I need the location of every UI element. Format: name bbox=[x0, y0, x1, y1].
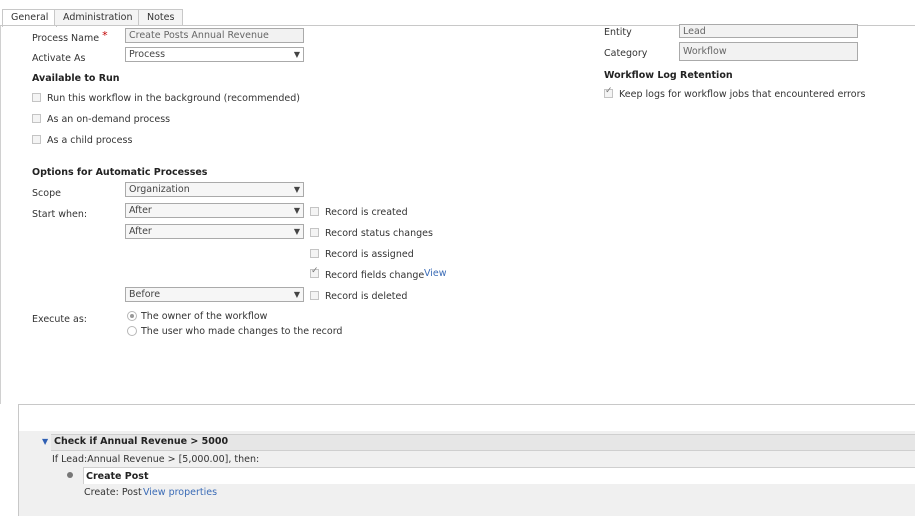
available-to-run-heading: Available to Run bbox=[32, 73, 120, 84]
bullet-icon bbox=[67, 472, 73, 478]
left-border bbox=[0, 26, 1, 404]
tab-bar: General Administration Notes bbox=[0, 0, 915, 27]
start-when-select-2[interactable]: After ▼ bbox=[125, 224, 304, 239]
chevron-down-icon: ▼ bbox=[293, 206, 300, 215]
action-step-header[interactable] bbox=[83, 467, 915, 484]
process-name-input[interactable]: Create Posts Annual Revenue bbox=[125, 28, 304, 43]
entity-field: Lead bbox=[679, 24, 858, 38]
user-radio-label: The user who made changes to the record bbox=[141, 326, 343, 337]
chevron-down-icon: ▼ bbox=[293, 227, 300, 236]
tab-notes[interactable]: Notes bbox=[138, 9, 184, 26]
activate-as-select[interactable]: Process ▼ bbox=[125, 47, 304, 62]
record-status-checkbox[interactable] bbox=[310, 228, 319, 237]
on-demand-label: As an on-demand process bbox=[47, 114, 171, 125]
record-deleted-label: Record is deleted bbox=[325, 291, 408, 302]
record-status-label: Record status changes bbox=[325, 228, 433, 239]
record-assigned-checkbox[interactable] bbox=[310, 249, 319, 258]
keep-logs-label: Keep logs for workflow jobs that encount… bbox=[619, 89, 866, 100]
user-radio[interactable] bbox=[127, 326, 137, 336]
activate-as-label: Activate As bbox=[32, 53, 86, 64]
collapse-arrow-icon[interactable]: ▼ bbox=[42, 437, 48, 446]
record-deleted-checkbox[interactable] bbox=[310, 291, 319, 300]
on-demand-checkbox[interactable] bbox=[32, 114, 41, 123]
chevron-down-icon: ▼ bbox=[293, 290, 300, 299]
action-step-title[interactable]: Create Post bbox=[86, 471, 149, 482]
condition-text: If Lead:Annual Revenue > [5,000.00], the… bbox=[52, 454, 260, 465]
owner-radio-label: The owner of the workflow bbox=[141, 311, 268, 322]
execute-as-label: Execute as: bbox=[32, 314, 87, 325]
scope-select[interactable]: Organization ▼ bbox=[125, 182, 304, 197]
record-created-label: Record is created bbox=[325, 207, 408, 218]
log-retention-heading: Workflow Log Retention bbox=[604, 70, 733, 81]
start-select-1-value: After bbox=[129, 205, 152, 216]
record-assigned-label: Record is assigned bbox=[325, 249, 414, 260]
child-process-checkbox[interactable] bbox=[32, 135, 41, 144]
required-marker: * bbox=[102, 29, 108, 42]
activate-as-value: Process bbox=[129, 49, 166, 60]
start-when-select-1[interactable]: After ▼ bbox=[125, 203, 304, 218]
chevron-down-icon: ▼ bbox=[293, 185, 300, 194]
owner-radio[interactable] bbox=[127, 311, 137, 321]
process-name-label: Process Name * bbox=[32, 29, 108, 44]
run-background-label: Run this workflow in the background (rec… bbox=[47, 93, 300, 104]
category-field: Workflow bbox=[679, 42, 858, 61]
keep-logs-checkbox[interactable] bbox=[604, 86, 613, 98]
category-label: Category bbox=[604, 48, 648, 59]
start-when-select-3[interactable]: Before ▼ bbox=[125, 287, 304, 302]
action-entity: Post bbox=[121, 487, 142, 498]
record-fields-label: Record fields change bbox=[325, 270, 425, 281]
process-name-label-text: Process Name bbox=[32, 33, 100, 44]
record-fields-checkbox[interactable] bbox=[310, 266, 319, 278]
chevron-down-icon: ▼ bbox=[293, 50, 300, 59]
options-heading: Options for Automatic Processes bbox=[32, 167, 208, 178]
run-background-checkbox[interactable] bbox=[32, 93, 41, 102]
start-when-label: Start when: bbox=[32, 209, 88, 220]
action-description: Create: Post bbox=[84, 487, 142, 498]
steps-toolbar bbox=[19, 405, 915, 431]
record-created-checkbox[interactable] bbox=[310, 207, 319, 216]
entity-label: Entity bbox=[604, 27, 632, 38]
child-process-label: As a child process bbox=[47, 135, 133, 146]
action-prefix: Create: bbox=[84, 487, 119, 498]
scope-value: Organization bbox=[129, 184, 190, 195]
start-select-3-value: Before bbox=[129, 289, 161, 300]
tab-administration[interactable]: Administration bbox=[54, 9, 142, 26]
start-select-2-value: After bbox=[129, 226, 152, 237]
scope-label: Scope bbox=[32, 188, 61, 199]
view-fields-link[interactable]: View bbox=[424, 268, 447, 279]
condition-step-title[interactable]: Check if Annual Revenue > 5000 bbox=[54, 436, 228, 447]
view-properties-link[interactable]: View properties bbox=[143, 487, 217, 498]
